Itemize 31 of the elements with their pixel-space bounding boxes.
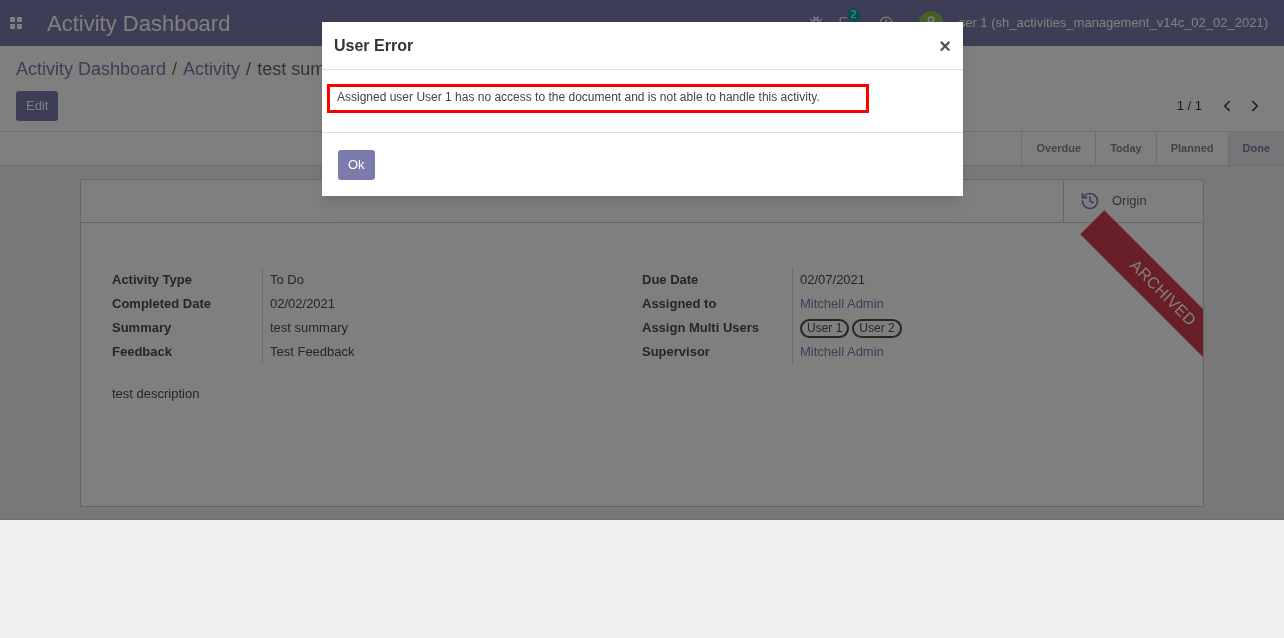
ok-button[interactable]: Ok (338, 149, 375, 180)
field-label: Completed Date (112, 295, 212, 313)
app-title: Activity Dashboard (47, 9, 231, 38)
field-label: Supervisor (642, 343, 711, 362)
user-tag: User 2 (852, 318, 902, 338)
field-value: Test Feedback (262, 340, 642, 364)
edit-button[interactable]: Edit (16, 91, 59, 121)
field-label: Assigned to (642, 295, 718, 314)
field-label: Feedback (112, 343, 173, 361)
breadcrumb-separator: / (172, 57, 178, 81)
field-label: Activity Type (112, 271, 193, 289)
pager-value: 1 / 1 (1176, 97, 1202, 116)
field-value: 02/02/2021 (262, 292, 642, 316)
breadcrumb-link[interactable]: Activity (183, 55, 241, 83)
field-label: Due Date (642, 271, 700, 290)
field-link[interactable]: Mitchell Admin (800, 342, 884, 362)
message-count-badge: 2 (846, 8, 861, 22)
field-value: To Do (262, 268, 642, 292)
error-message: Assigned user User 1 has no access to the document and is not able to handle this activity. (327, 84, 869, 113)
breadcrumb-separator: / (246, 57, 252, 81)
user-tag: User 1 (800, 318, 850, 338)
dialog-title: User Error (334, 35, 415, 56)
close-button[interactable]: × (939, 35, 951, 56)
breadcrumb-link[interactable]: Activity Dashboard (16, 55, 167, 83)
description-text: test description (111, 385, 201, 403)
status-stage[interactable]: Done (1227, 132, 1284, 165)
field-value: 02/07/2021 (800, 271, 866, 290)
field-label: Assign Multi Users (642, 319, 761, 338)
field-value: test summary (262, 316, 642, 340)
field-link[interactable]: Mitchell Admin (800, 294, 884, 314)
field-label: Summary (112, 319, 173, 337)
